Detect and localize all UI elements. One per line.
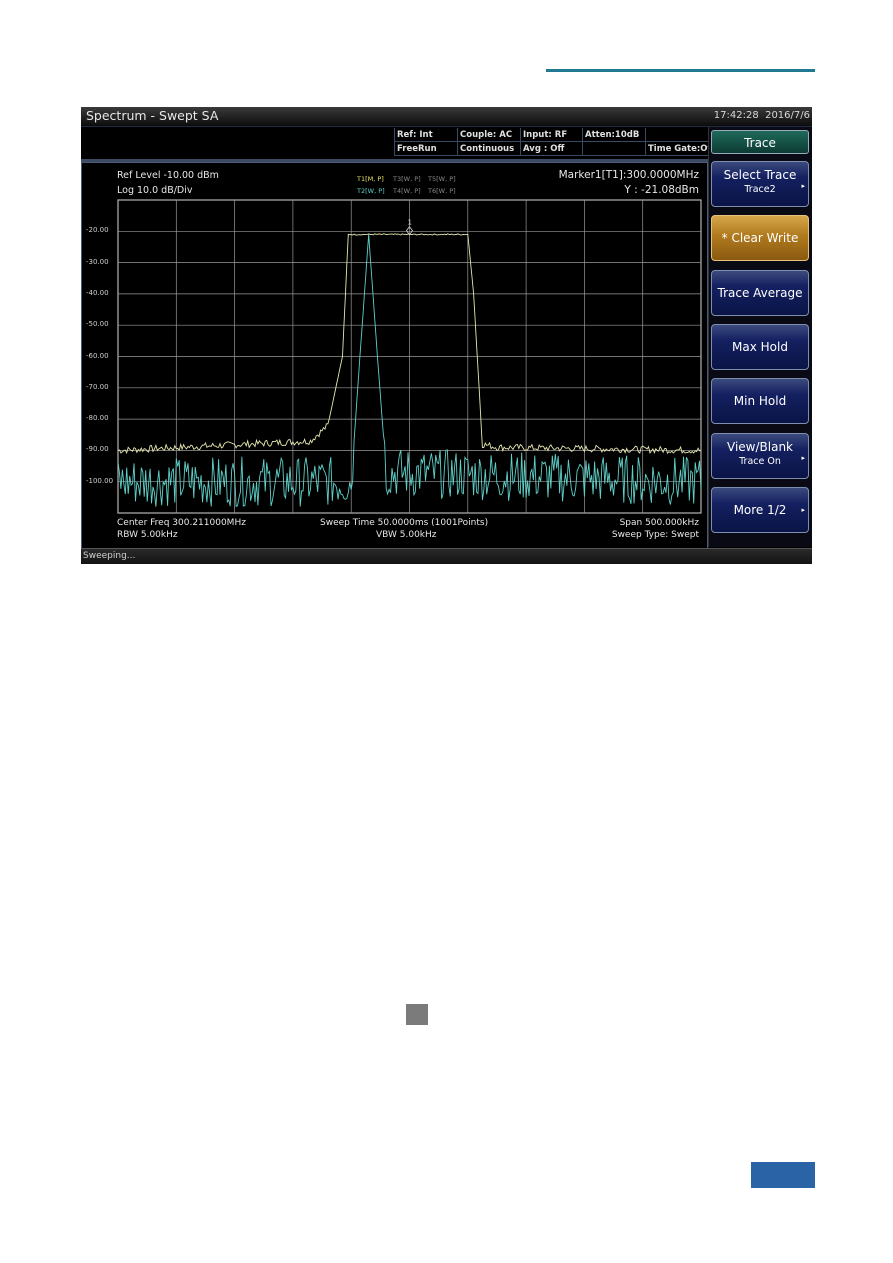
rbw: RBW 5.00kHz	[117, 530, 178, 540]
title-bar: Spectrum - Swept SA 17:42:28 2016/7/6	[81, 107, 812, 127]
page-number-tab	[751, 1162, 815, 1188]
couple: Couple: AC	[457, 128, 520, 142]
trace-average-button[interactable]: Trace Average	[711, 270, 809, 316]
trace-average-label: Trace Average	[717, 286, 803, 300]
vbw: VBW 5.00kHz	[376, 530, 437, 540]
select-trace-button[interactable]: Select Trace Trace2 ▸	[711, 161, 809, 207]
marker-label: 1	[408, 219, 412, 227]
atten: Atten:10dB	[582, 128, 645, 142]
time: 17:42:28	[713, 110, 759, 121]
input: Input: RF	[520, 128, 582, 142]
status-bar: Sweeping...	[81, 548, 812, 564]
sweep-mode: Continuous	[457, 142, 520, 156]
select-trace-value: Trace2	[744, 184, 776, 195]
date: 2016/7/6	[765, 110, 810, 121]
spectrum-analyzer-screen: Spectrum - Swept SA 17:42:28 2016/7/6 Re…	[81, 107, 812, 564]
min-hold-label: Min Hold	[733, 394, 787, 408]
span: Span 500.000kHz	[619, 518, 699, 528]
clear-write-button[interactable]: * Clear Write	[711, 215, 809, 261]
plot-panel: Ref Level -10.00 dBm Log 10.0 dB/Div T1[…	[81, 162, 708, 549]
max-hold-label: Max Hold	[732, 340, 788, 354]
max-hold-button[interactable]: Max Hold	[711, 324, 809, 370]
more-button[interactable]: More 1/2 ▸	[711, 487, 809, 533]
gray-key-icon	[406, 1004, 428, 1025]
sweep-time: Sweep Time 50.0000ms (1001Points)	[320, 518, 489, 528]
softkey-menu-title: Trace	[711, 130, 809, 154]
info-empty-2	[582, 142, 645, 156]
clear-write-label: * Clear Write	[721, 231, 799, 245]
clock: 17:42:28 2016/7/6	[714, 110, 810, 121]
avg: Avg : Off	[520, 142, 582, 156]
header-rule	[546, 69, 815, 72]
view-blank-value: Trace On	[739, 456, 781, 467]
status-text: Sweeping...	[83, 551, 136, 561]
view-blank-button[interactable]: View/Blank Trace On ▸	[711, 433, 809, 479]
info-empty	[645, 128, 708, 142]
sweep-type: Sweep Type: Swept	[611, 530, 699, 540]
view-blank-label: View/Blank	[727, 440, 793, 454]
softkey-panel: Trace Select Trace Trace2 ▸ * Clear Writ…	[708, 127, 812, 547]
app-title: Spectrum - Swept SA	[86, 108, 219, 123]
submenu-arrow-icon: ▸	[801, 454, 805, 462]
info-bar: Ref: Int Couple: AC Input: RF Atten:10dB…	[81, 127, 714, 162]
center-freq: Center Freq 300.211000MHz	[117, 518, 246, 528]
ref-source: Ref: Int	[394, 128, 457, 142]
min-hold-button[interactable]: Min Hold	[711, 378, 809, 424]
trigger: FreeRun	[394, 142, 457, 156]
settings-grid: Ref: Int Couple: AC Input: RF Atten:10dB…	[394, 128, 714, 156]
more-label: More 1/2	[733, 503, 787, 517]
submenu-arrow-icon: ▸	[801, 506, 805, 514]
time-gate: Time Gate:Off	[645, 142, 714, 156]
submenu-arrow-icon: ▸	[801, 182, 805, 190]
select-trace-label: Select Trace	[723, 168, 797, 182]
spectrum-plot[interactable]: 1	[82, 163, 707, 548]
